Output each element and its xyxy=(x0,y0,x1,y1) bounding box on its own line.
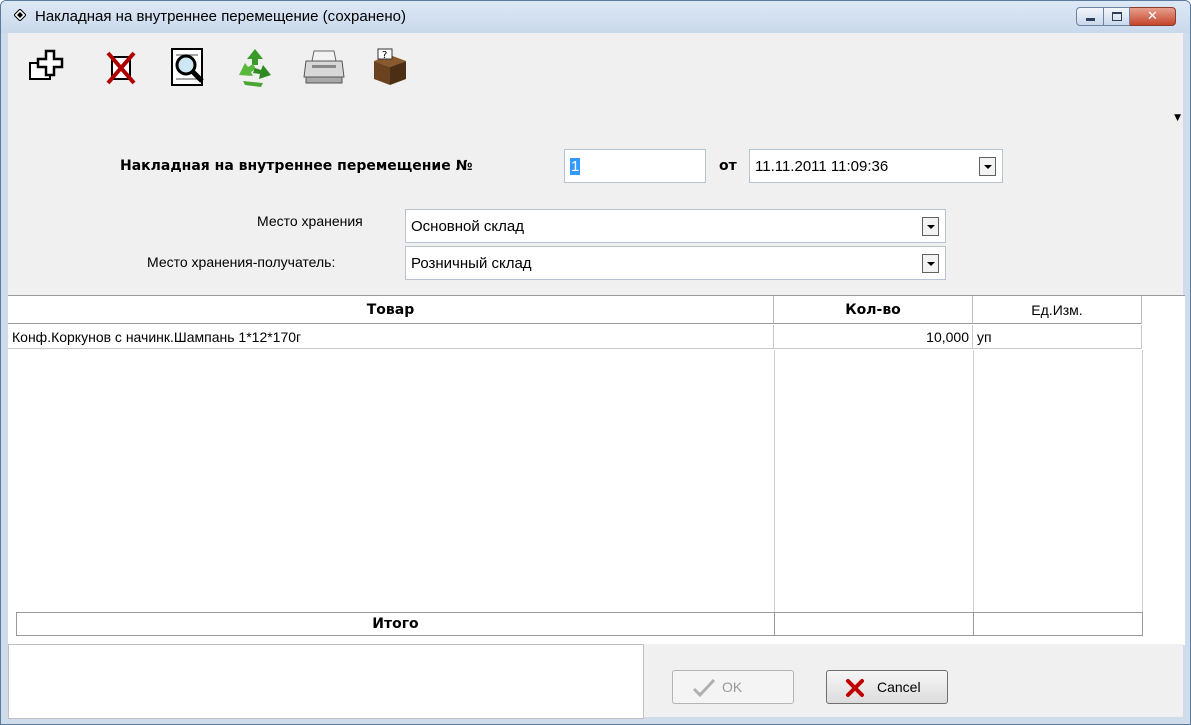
total-label: Итого xyxy=(17,613,775,635)
column-header-product[interactable]: Товар xyxy=(8,296,774,324)
table-cell-product[interactable]: Конф.Коркунов с начинк.Шампань 1*12*170г xyxy=(8,325,774,349)
checkmark-icon xyxy=(692,678,716,698)
box-help-icon[interactable]: ? xyxy=(368,45,412,89)
items-table[interactable]: Товар Кол-во Ед.Изм. Конф.Коркунов с нач… xyxy=(8,295,1185,645)
source-storage-label: Место хранения xyxy=(257,213,363,229)
close-button[interactable] xyxy=(1130,7,1176,26)
doc-title-label: Накладная на внутреннее перемещение № xyxy=(120,158,473,174)
add-document-icon[interactable] xyxy=(26,45,70,89)
comment-field[interactable] xyxy=(8,644,644,719)
column-divider xyxy=(1142,350,1143,612)
app-window: Накладная на внутреннее перемещение (сох… xyxy=(0,0,1191,725)
ok-button[interactable]: OK xyxy=(672,670,794,704)
target-storage-value: Розничный склад xyxy=(411,255,532,272)
total-unit-cell xyxy=(974,613,1142,635)
maximize-button[interactable] xyxy=(1104,7,1130,26)
target-storage-dropdown-icon[interactable] xyxy=(922,254,939,273)
doc-number-value: 1 xyxy=(570,158,581,175)
printer-icon[interactable] xyxy=(302,45,346,89)
column-header-unit[interactable]: Ед.Изм. xyxy=(973,296,1142,324)
source-storage-dropdown-icon[interactable] xyxy=(922,217,939,236)
cancel-button[interactable]: Cancel xyxy=(826,670,948,704)
ok-button-label: OK xyxy=(722,679,743,695)
diamond-app-icon xyxy=(14,9,26,21)
cancel-button-label: Cancel xyxy=(877,679,921,695)
date-dropdown-icon[interactable] xyxy=(979,157,996,176)
date-field[interactable]: 11.11.2011 11:09:36 xyxy=(749,149,1003,183)
target-storage-label: Место хранения-получатель: xyxy=(147,254,336,270)
column-divider xyxy=(973,350,974,612)
window-controls xyxy=(1076,7,1176,26)
recycle-icon[interactable] xyxy=(233,45,277,89)
date-value: 11.11.2011 11:09:36 xyxy=(755,158,889,175)
window-content: ? ▼ Накладная на внутреннее перемещение … xyxy=(8,33,1185,719)
preview-icon[interactable] xyxy=(166,45,210,89)
total-qty-cell xyxy=(775,613,974,635)
window-title: Накладная на внутреннее перемещение (сох… xyxy=(35,8,406,25)
cancel-x-icon xyxy=(846,679,864,697)
minimize-button[interactable] xyxy=(1076,7,1104,26)
date-label: от xyxy=(719,158,737,174)
table-cell-unit[interactable]: уп xyxy=(973,325,1142,349)
title-bar[interactable]: Накладная на внутреннее перемещение (сох… xyxy=(1,1,1190,33)
source-storage-select[interactable]: Основной склад xyxy=(405,209,946,243)
source-storage-value: Основной склад xyxy=(411,218,525,235)
totals-row: Итого xyxy=(16,612,1143,636)
toolbar-overflow-arrow-icon[interactable]: ▼ xyxy=(1174,113,1181,123)
toolbar: ? ▼ xyxy=(8,33,1183,137)
doc-number-field[interactable]: 1 xyxy=(564,149,706,183)
bottom-panel: OK Cancel xyxy=(8,644,1183,719)
column-header-qty[interactable]: Кол-во xyxy=(774,296,973,324)
delete-icon[interactable] xyxy=(98,45,142,89)
target-storage-select[interactable]: Розничный склад xyxy=(405,246,946,280)
svg-text:?: ? xyxy=(382,50,387,61)
table-cell-qty[interactable]: 10,000 xyxy=(774,325,973,349)
column-divider xyxy=(774,350,775,612)
